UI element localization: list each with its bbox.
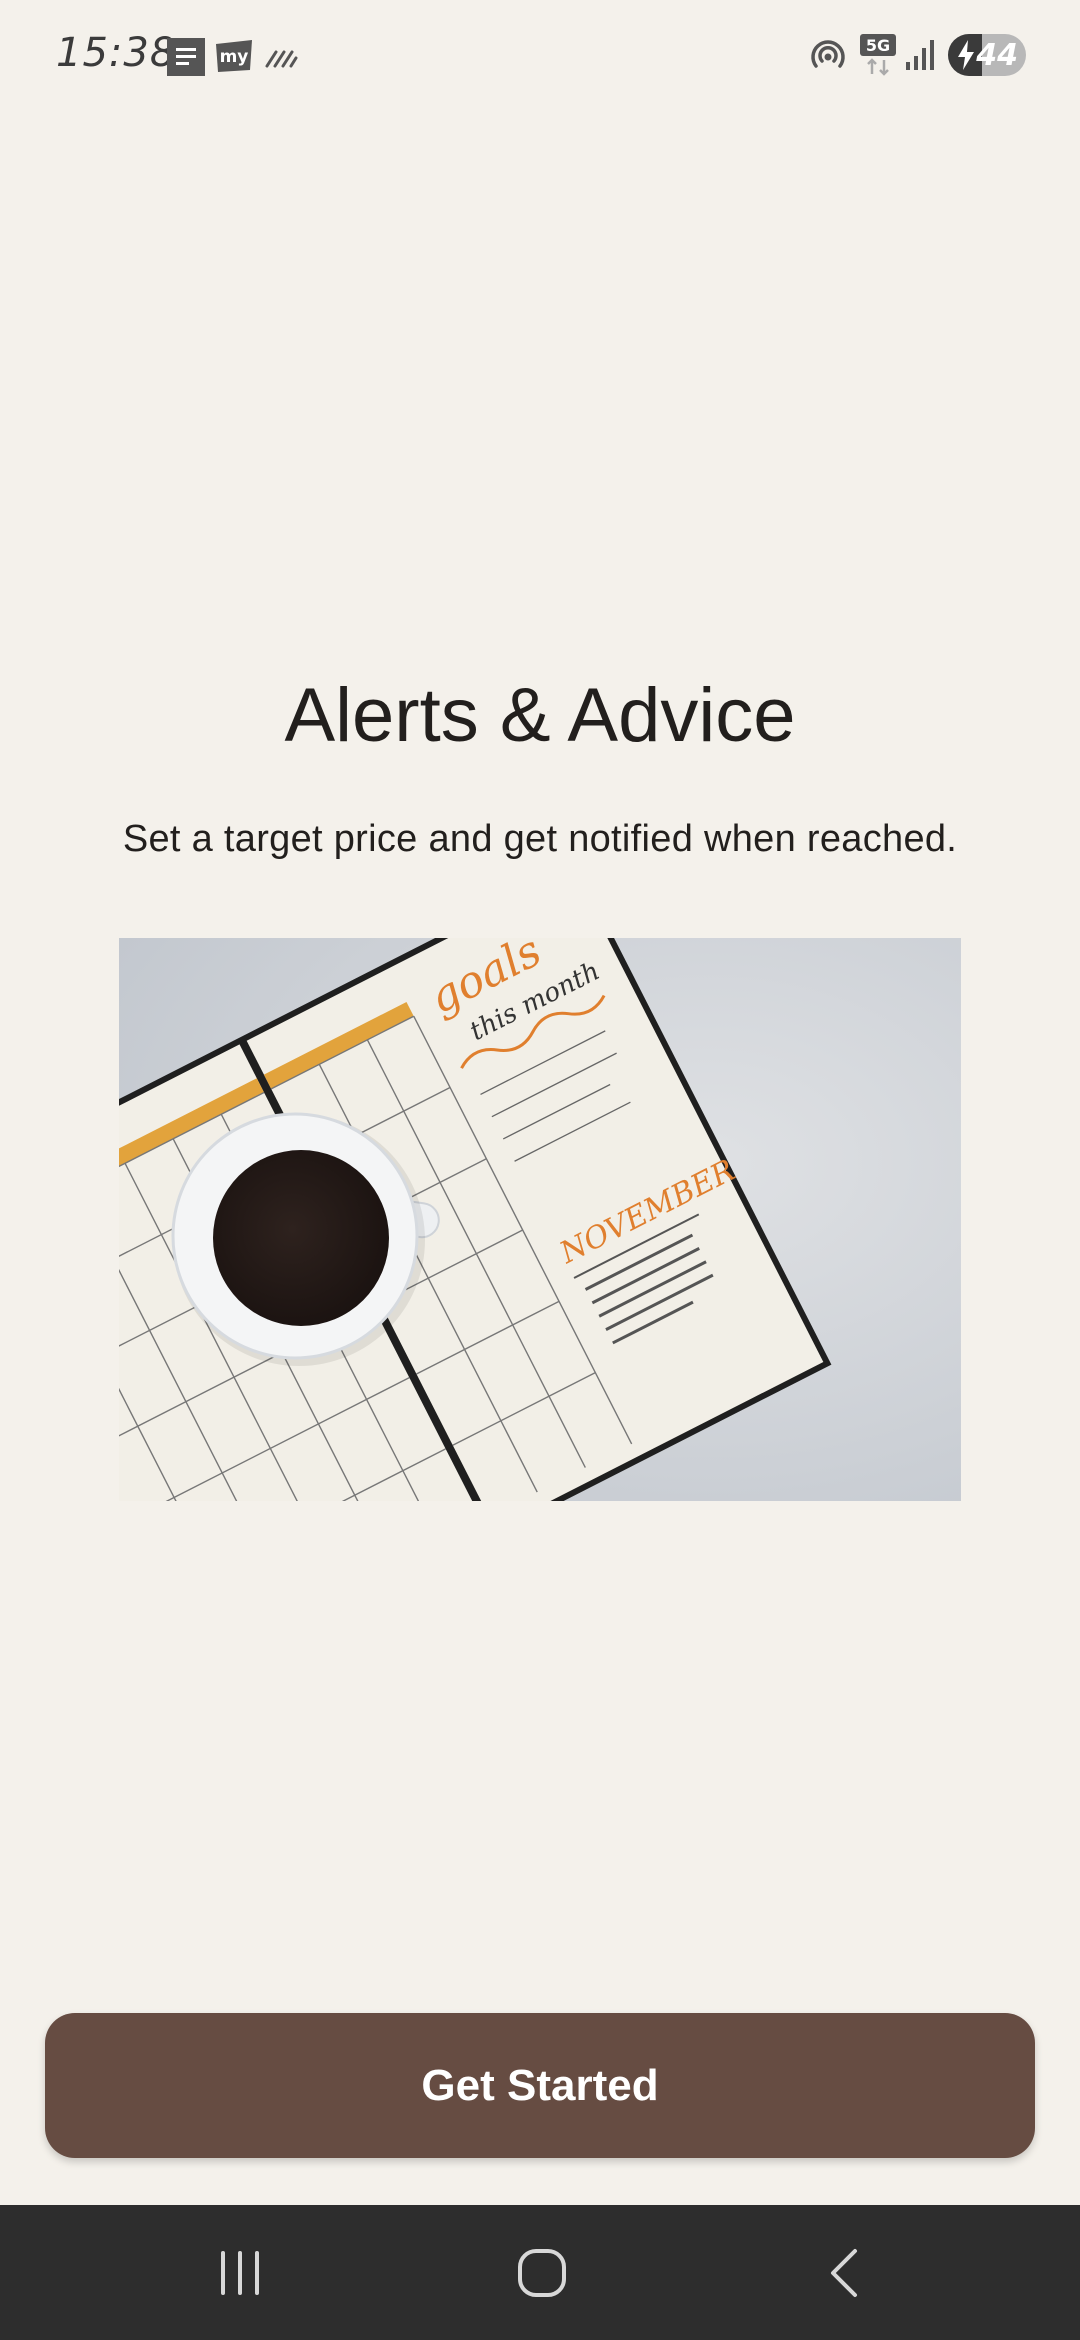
battery-icon: 44 bbox=[948, 34, 1026, 76]
get-started-button[interactable]: Get Started bbox=[45, 2013, 1035, 2158]
battery-level: 44 bbox=[976, 38, 1018, 73]
navigation-bar bbox=[0, 2205, 1080, 2340]
home-icon bbox=[518, 2248, 566, 2297]
recents-button[interactable] bbox=[160, 2205, 320, 2340]
net-5g-icon: 5G bbox=[860, 34, 896, 76]
svg-text:5G: 5G bbox=[866, 36, 890, 55]
hero-image: goals this month NOVEMBER bbox=[119, 938, 961, 1501]
svg-text:my: my bbox=[220, 47, 249, 67]
status-time: 15:38 bbox=[56, 30, 177, 76]
page-title: Alerts & Advice bbox=[284, 673, 796, 758]
status-bar: 15:38 my 5G 44 bbox=[0, 0, 1080, 112]
charging-bolt-icon bbox=[958, 40, 974, 70]
hotspot-icon bbox=[811, 40, 845, 68]
page-subtitle: Set a target price and get notified when… bbox=[122, 818, 958, 860]
back-button[interactable] bbox=[764, 2205, 924, 2340]
signal-icon bbox=[906, 40, 934, 70]
my-app-notification-icon: my bbox=[216, 40, 252, 72]
doc-notification-icon bbox=[167, 38, 205, 76]
dashes-notification-icon bbox=[265, 50, 298, 68]
home-button[interactable] bbox=[462, 2205, 622, 2340]
recents-icon bbox=[221, 2250, 259, 2295]
back-icon bbox=[831, 2248, 857, 2297]
